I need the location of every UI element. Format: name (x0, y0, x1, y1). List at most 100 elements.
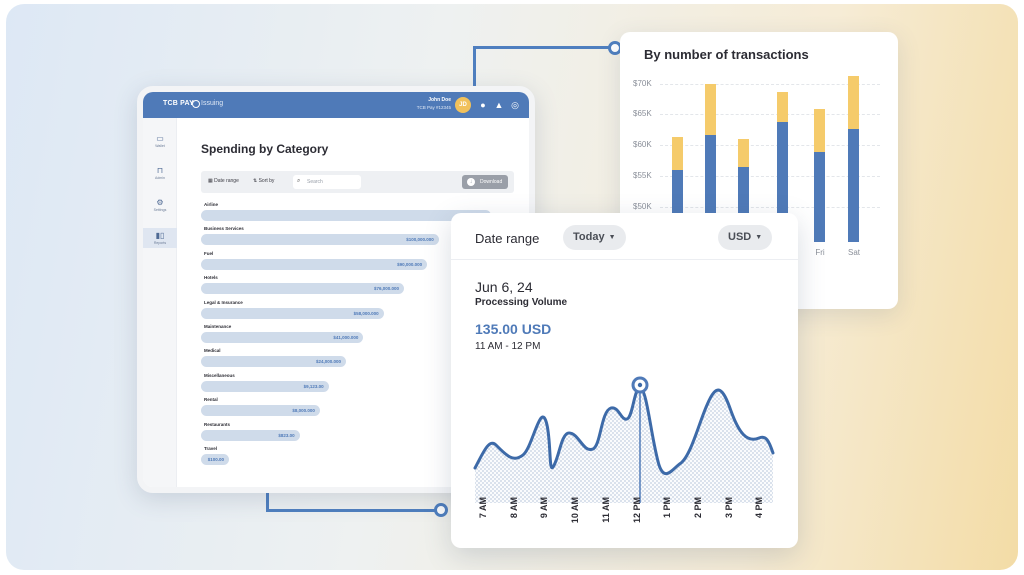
bar-segment-blue (814, 152, 825, 242)
bar-segment-yellow (848, 76, 859, 129)
bell-icon[interactable]: ▲ (493, 99, 505, 111)
category-value: $823.00 (278, 432, 295, 438)
sidebar-item-settings[interactable]: ⚙ Settings (143, 198, 177, 212)
category-row[interactable]: Miscellaneous $9,123.00 (201, 373, 491, 397)
transactions-title: By number of transactions (644, 47, 809, 62)
hour-tick-label: 11 AM (600, 497, 611, 523)
category-bar: $823.00 (201, 429, 300, 441)
category-row[interactable]: Airline $137,000.000 (201, 202, 491, 226)
selected-date: Jun 6, 24 (475, 279, 533, 295)
wallet-icon: ▭ (156, 134, 164, 143)
category-row[interactable]: Medical $24,000.000 (201, 348, 491, 372)
bar-segment-yellow (738, 139, 749, 167)
category-row[interactable]: Legal & Insurance $58,000.000 (201, 300, 491, 324)
user-account-id: TCB Pay #12345 (416, 105, 451, 110)
sidebar: ▭ Wallet ⊓ Admin ⚙ Settings ▮▯ Reports (143, 118, 177, 487)
search-input[interactable]: ⌕ Search (293, 175, 361, 189)
hour-tick-label: 1 PM (662, 497, 673, 519)
category-value: $8,000.000 (292, 408, 315, 414)
connector-line-top-h (473, 46, 613, 49)
y-tick-label: $70K (633, 79, 652, 88)
x-tick-label: Sat (847, 248, 860, 257)
currency-select[interactable]: USD ▼ (718, 225, 773, 250)
category-row[interactable]: Business Services $100,000.000 (201, 226, 491, 250)
gridline (660, 84, 880, 85)
category-value: $9,123.00 (303, 383, 324, 389)
category-name: Travel (204, 446, 218, 451)
category-name: Hotels (204, 275, 218, 281)
category-value: $41,000.000 (333, 335, 359, 340)
category-name: Rental (204, 397, 218, 403)
category-value: $90,000.000 (397, 261, 423, 267)
app-header: TCB PAY Issuing John Doe TCB Pay #12345 … (143, 92, 529, 118)
hour-tick-label: 4 PM (754, 497, 765, 519)
date-range-button[interactable]: ▦ Date range (208, 178, 239, 184)
category-value: $24,000.000 (315, 359, 341, 365)
category-name: Airline (204, 202, 219, 207)
location-icon[interactable]: ● (477, 99, 489, 111)
category-bar: $41,000.000 (201, 332, 364, 343)
gear-icon: ⚙ (156, 198, 164, 207)
sidebar-item-label: Settings (153, 208, 167, 212)
hour-tick-label: 10 AM (570, 497, 581, 524)
x-tick-label: Fri (815, 248, 825, 257)
hour-tick-label: 12 PM (631, 497, 642, 524)
time-range: 11 AM - 12 PM (475, 341, 541, 352)
selection-marker-center (637, 382, 643, 388)
hour-tick-label: 3 PM (723, 497, 734, 519)
category-bar: $58,000.000 (201, 307, 384, 319)
calendar-icon: ▦ (208, 178, 213, 184)
category-bar: $24,000.000 (201, 356, 346, 368)
category-row[interactable]: Travel $100.00 (201, 446, 491, 470)
sidebar-item-label: Wallet (155, 144, 165, 148)
category-value: $76,000.000 (373, 286, 399, 292)
sidebar-item-admin[interactable]: ⊓ Admin (143, 166, 177, 180)
sort-by-label: Sort by (258, 178, 275, 184)
divider (451, 259, 798, 260)
category-row[interactable]: Rental $8,000.000 (201, 397, 491, 421)
category-row[interactable]: Hotels $76,000.000 (201, 275, 491, 299)
bar-segment-yellow (705, 84, 716, 135)
download-label: Download (480, 179, 503, 185)
sidebar-item-label: Admin (155, 176, 165, 180)
category-name: Medical (204, 348, 221, 354)
hour-tick-label: 8 AM (508, 497, 519, 519)
settings-icon[interactable]: ◎ (509, 99, 521, 111)
category-row[interactable]: Fuel $90,000.000 (201, 251, 491, 275)
metric-label: Processing Volume (475, 297, 568, 308)
category-name: Fuel (204, 250, 214, 256)
category-bar: $90,000.000 (201, 258, 428, 270)
date-range-label: Date range (214, 178, 239, 184)
sidebar-item-wallet[interactable]: ▭ Wallet (143, 134, 177, 148)
background-canvas: TCB PAY Issuing John Doe TCB Pay #12345 … (6, 4, 1018, 570)
avatar[interactable]: JD (455, 97, 471, 113)
sidebar-item-reports[interactable]: ▮▯ Reports (143, 228, 177, 248)
category-name: Restaurants (204, 421, 231, 427)
metric-amount: 135.00 USD (475, 321, 552, 337)
hour-tick-label: 9 AM (539, 497, 550, 519)
bar-segment-yellow (672, 137, 683, 170)
currency-select-value: USD (728, 231, 752, 243)
bar-segment-blue (848, 129, 859, 242)
y-tick-label: $65K (633, 109, 652, 118)
category-name: Business Services (204, 226, 244, 232)
bar-segment-yellow (777, 92, 788, 122)
period-select[interactable]: Today ▼ (563, 225, 626, 250)
page-title: Spending by Category (201, 142, 329, 156)
sort-by-button[interactable]: ⇅ Sort by (253, 178, 274, 184)
connector-dot-bottom (434, 503, 448, 517)
category-value: $58,000.000 (353, 310, 379, 316)
category-bar: $76,000.000 (201, 283, 404, 295)
category-row[interactable]: Restaurants $823.00 (201, 422, 491, 446)
bar-segment-yellow (814, 109, 825, 152)
gridline (660, 207, 880, 208)
category-bar: $100,000.000 (201, 234, 439, 246)
category-bar: $9,123.00 (201, 380, 329, 392)
brand-subtitle: Issuing (201, 100, 224, 107)
category-row[interactable]: Maintenance $41,000.000 (201, 324, 491, 348)
download-button[interactable]: ↓ Download (462, 175, 508, 189)
bar-chart-icon: ▮▯ (155, 231, 165, 240)
caret-down-icon: ▼ (608, 233, 616, 241)
processing-volume-chart (473, 376, 775, 503)
gridline (660, 145, 880, 146)
